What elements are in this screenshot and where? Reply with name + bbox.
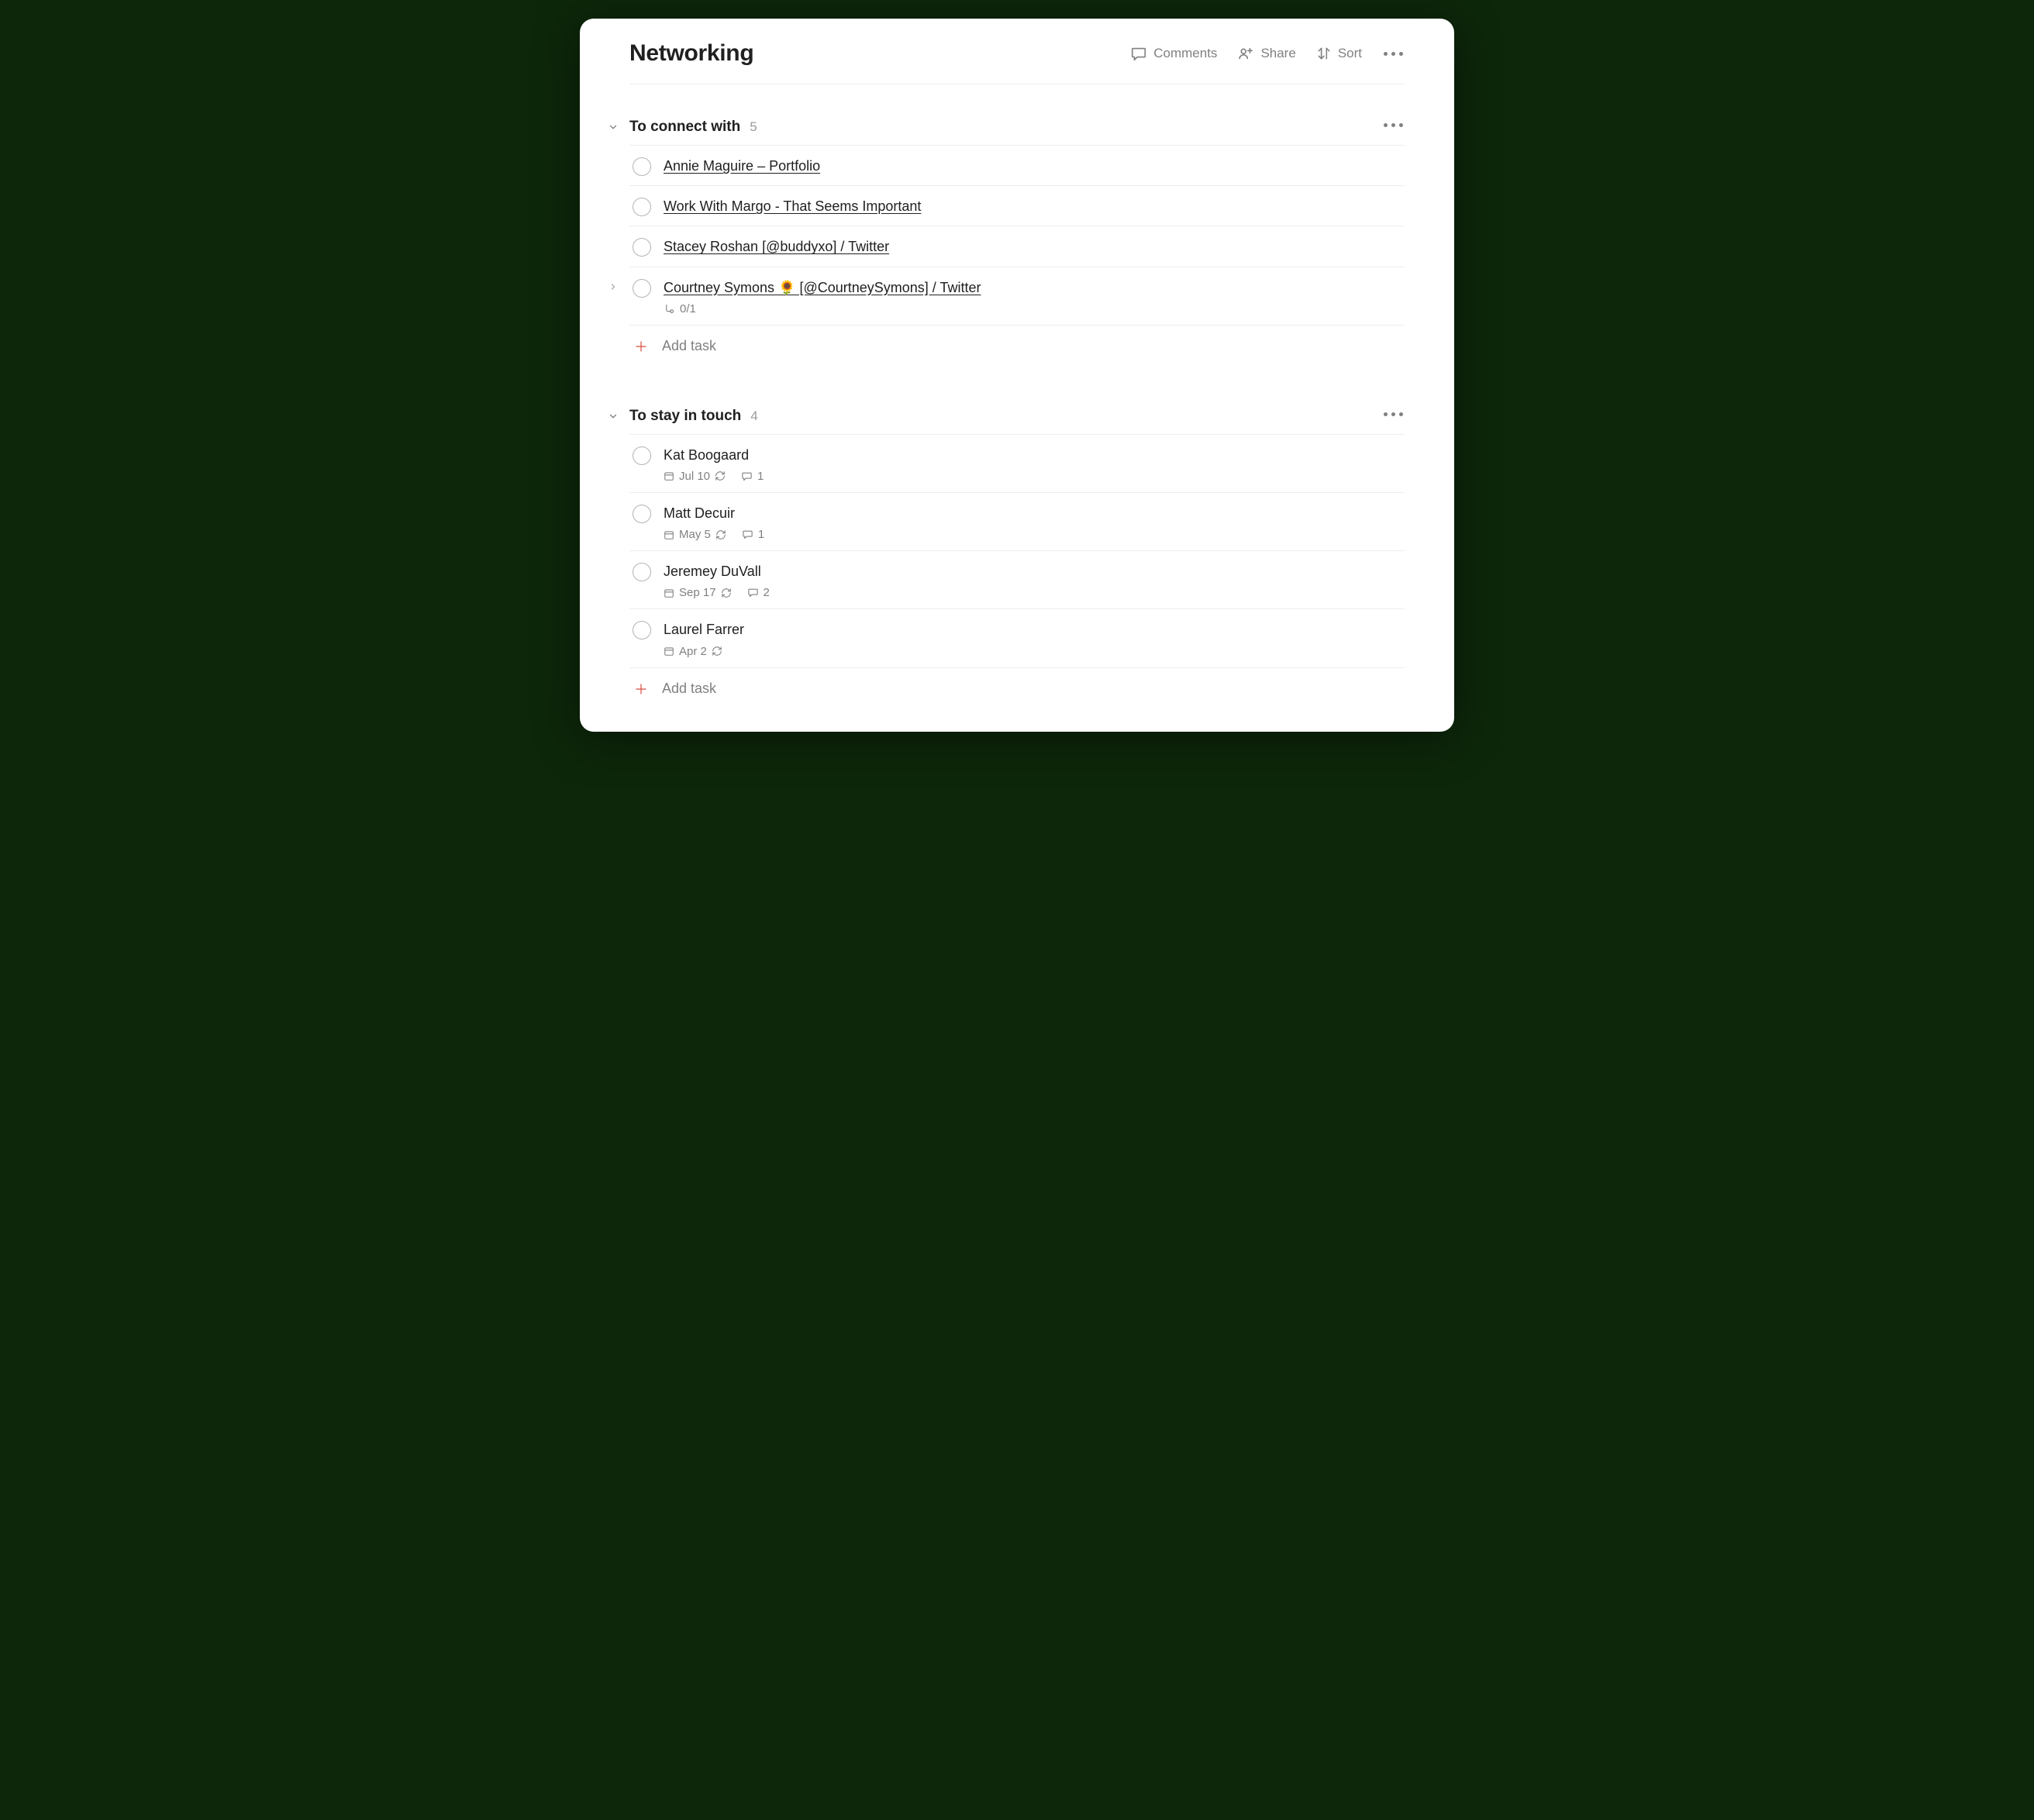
add-task-label: Add task xyxy=(662,681,716,697)
calendar-icon xyxy=(664,529,674,540)
task-row[interactable]: Work With Margo - That Seems Important xyxy=(629,186,1405,226)
comment-count: 1 xyxy=(757,470,764,483)
sort-label: Sort xyxy=(1338,46,1362,61)
task-checkbox[interactable] xyxy=(633,198,651,216)
task-meta: Apr 2 xyxy=(664,645,1405,658)
comment-icon xyxy=(1130,45,1147,62)
task-date: May 5 xyxy=(679,528,711,541)
section-title: To connect with xyxy=(629,119,740,136)
section-to-stay-in-touch: To stay in touch 4 Kat Boogaard Jul 10 xyxy=(629,408,1405,701)
task-title[interactable]: Annie Maguire – Portfolio xyxy=(664,157,1405,176)
plus-icon xyxy=(633,338,650,355)
calendar-icon xyxy=(664,471,674,481)
task-title[interactable]: Courtney Symons 🌻 [@CourtneySymons] / Tw… xyxy=(664,278,1405,298)
task-checkbox[interactable] xyxy=(633,621,651,639)
share-button[interactable]: Share xyxy=(1237,45,1295,62)
task-title[interactable]: Jeremey DuVall xyxy=(664,562,1405,581)
task-date: Sep 17 xyxy=(679,586,716,599)
page-title: Networking xyxy=(629,40,753,67)
section-to-connect-with: To connect with 5 Annie Maguire – Portfo… xyxy=(629,119,1405,358)
task-title[interactable]: Matt Decuir xyxy=(664,504,1405,523)
sort-icon xyxy=(1316,46,1332,61)
task-checkbox[interactable] xyxy=(633,279,651,298)
task-checkbox[interactable] xyxy=(633,238,651,257)
comment-icon xyxy=(741,471,753,482)
recurring-icon xyxy=(721,588,732,598)
section-more-button[interactable] xyxy=(1382,409,1405,419)
plus-icon xyxy=(633,681,650,698)
task-row[interactable]: Kat Boogaard Jul 10 1 xyxy=(629,435,1405,493)
comments-label: Comments xyxy=(1153,46,1217,61)
task-title[interactable]: Stacey Roshan [@buddyxo] / Twitter xyxy=(664,237,1405,257)
task-meta: 0/1 xyxy=(664,302,1405,315)
section-header: To stay in touch 4 xyxy=(629,408,1405,435)
share-label: Share xyxy=(1260,46,1295,61)
task-title[interactable]: Kat Boogaard xyxy=(664,446,1405,465)
app-window: Networking Comments xyxy=(580,19,1454,732)
recurring-icon xyxy=(715,529,726,540)
subtask-count: 0/1 xyxy=(680,302,696,315)
task-row[interactable]: Laurel Farrer Apr 2 xyxy=(629,609,1405,667)
add-task-button[interactable]: Add task xyxy=(629,668,1405,701)
comments-button[interactable]: Comments xyxy=(1130,45,1217,62)
add-task-label: Add task xyxy=(662,338,716,354)
calendar-icon xyxy=(664,588,674,598)
task-checkbox[interactable] xyxy=(633,157,651,176)
header-actions: Comments Share xyxy=(1130,45,1405,62)
comment-count: 1 xyxy=(758,528,764,541)
task-date: Apr 2 xyxy=(679,645,707,658)
task-title[interactable]: Work With Margo - That Seems Important xyxy=(664,197,1405,216)
task-checkbox[interactable] xyxy=(633,505,651,523)
section-title: To stay in touch xyxy=(629,408,741,425)
chevron-right-icon[interactable] xyxy=(606,282,620,291)
recurring-icon xyxy=(715,471,726,481)
more-options-button[interactable] xyxy=(1382,49,1405,59)
task-row[interactable]: Stacey Roshan [@buddyxo] / Twitter xyxy=(629,226,1405,267)
comment-icon xyxy=(747,587,759,598)
share-icon xyxy=(1237,45,1254,62)
section-count: 4 xyxy=(750,408,757,424)
calendar-icon xyxy=(664,646,674,657)
task-checkbox[interactable] xyxy=(633,563,651,581)
add-task-button[interactable]: Add task xyxy=(629,326,1405,358)
chevron-down-icon[interactable] xyxy=(606,411,620,422)
task-meta: Jul 10 1 xyxy=(664,470,1405,483)
task-date: Jul 10 xyxy=(679,470,710,483)
section-count: 5 xyxy=(750,119,757,135)
comment-count: 2 xyxy=(764,586,770,599)
task-meta: May 5 1 xyxy=(664,528,1405,541)
task-row[interactable]: Matt Decuir May 5 1 xyxy=(629,493,1405,551)
task-row[interactable]: Courtney Symons 🌻 [@CourtneySymons] / Tw… xyxy=(629,267,1405,326)
task-checkbox[interactable] xyxy=(633,446,651,465)
chevron-down-icon[interactable] xyxy=(606,122,620,133)
subtask-icon xyxy=(664,303,675,315)
task-title[interactable]: Laurel Farrer xyxy=(664,620,1405,639)
task-meta: Sep 17 2 xyxy=(664,586,1405,599)
recurring-icon xyxy=(712,646,722,657)
page-header: Networking Comments xyxy=(629,40,1405,84)
task-row[interactable]: Jeremey DuVall Sep 17 2 xyxy=(629,551,1405,609)
section-header: To connect with 5 xyxy=(629,119,1405,146)
sort-button[interactable]: Sort xyxy=(1316,46,1362,61)
comment-icon xyxy=(742,529,753,540)
task-row[interactable]: Annie Maguire – Portfolio xyxy=(629,146,1405,186)
section-more-button[interactable] xyxy=(1382,120,1405,130)
